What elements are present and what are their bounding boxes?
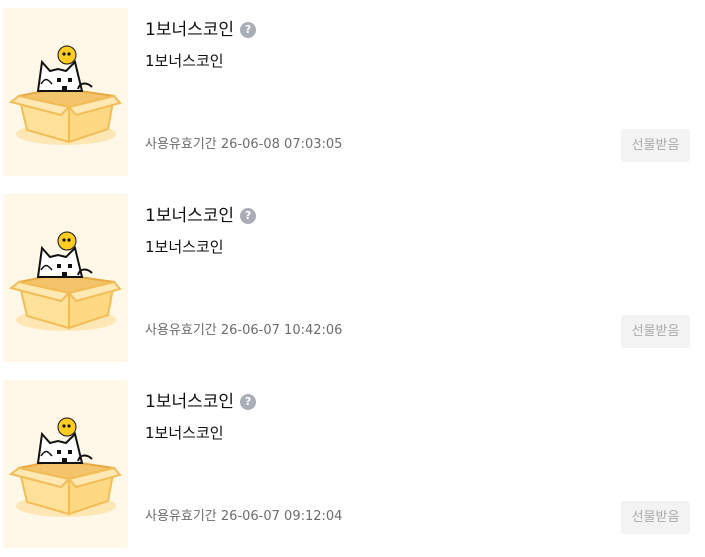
gift-subtitle: 1보너스코인	[145, 424, 224, 442]
gift-subtitle: 1보너스코인	[145, 238, 224, 256]
gift-item: 1보너스코인 ? 1보너스코인 사용유효기간 26-06-08 07:03:05…	[0, 8, 705, 176]
expiry-label: 사용유효기간	[145, 137, 217, 152]
gift-thumbnail	[3, 8, 128, 176]
gift-item: 1보너스코인 ? 1보너스코인 사용유효기간 26-06-07 09:12:04…	[0, 380, 705, 548]
gift-title: 1보너스코인	[145, 20, 235, 40]
gift-title-row: 1보너스코인 ?	[145, 390, 257, 414]
cat-in-box-with-coin-icon	[8, 45, 122, 145]
expiry-date: 26-06-08 07:03:05	[220, 137, 343, 152]
received-gift-button[interactable]: 선물받음	[621, 501, 690, 534]
cat-in-box-with-coin-icon	[8, 417, 122, 517]
expiry-text: 사용유효기간 26-06-07 09:12:04	[145, 508, 342, 526]
question-mark-icon[interactable]: ?	[240, 208, 257, 224]
received-gift-button[interactable]: 선물받음	[621, 129, 690, 162]
expiry-text: 사용유효기간 26-06-07 10:42:06	[145, 322, 342, 340]
gift-thumbnail	[3, 380, 128, 548]
gift-item: 1보너스코인 ? 1보너스코인 사용유효기간 26-06-07 10:42:06…	[0, 194, 705, 362]
expiry-date: 26-06-07 10:42:06	[220, 323, 343, 338]
cat-in-box-with-coin-icon	[8, 231, 122, 331]
question-mark-icon[interactable]: ?	[240, 22, 257, 38]
expiry-label: 사용유효기간	[145, 509, 217, 524]
gift-title-row: 1보너스코인 ?	[145, 204, 257, 228]
gift-subtitle: 1보너스코인	[145, 52, 224, 70]
gift-thumbnail	[3, 194, 128, 362]
gift-list: 1보너스코인 ? 1보너스코인 사용유효기간 26-06-08 07:03:05…	[0, 0, 705, 557]
expiry-text: 사용유효기간 26-06-08 07:03:05	[145, 136, 342, 154]
expiry-date: 26-06-07 09:12:04	[220, 509, 343, 524]
expiry-label: 사용유효기간	[145, 323, 217, 338]
gift-title: 1보너스코인	[145, 392, 235, 412]
gift-title: 1보너스코인	[145, 206, 235, 226]
received-gift-button[interactable]: 선물받음	[621, 315, 690, 348]
question-mark-icon[interactable]: ?	[240, 394, 257, 410]
gift-title-row: 1보너스코인 ?	[145, 18, 257, 42]
